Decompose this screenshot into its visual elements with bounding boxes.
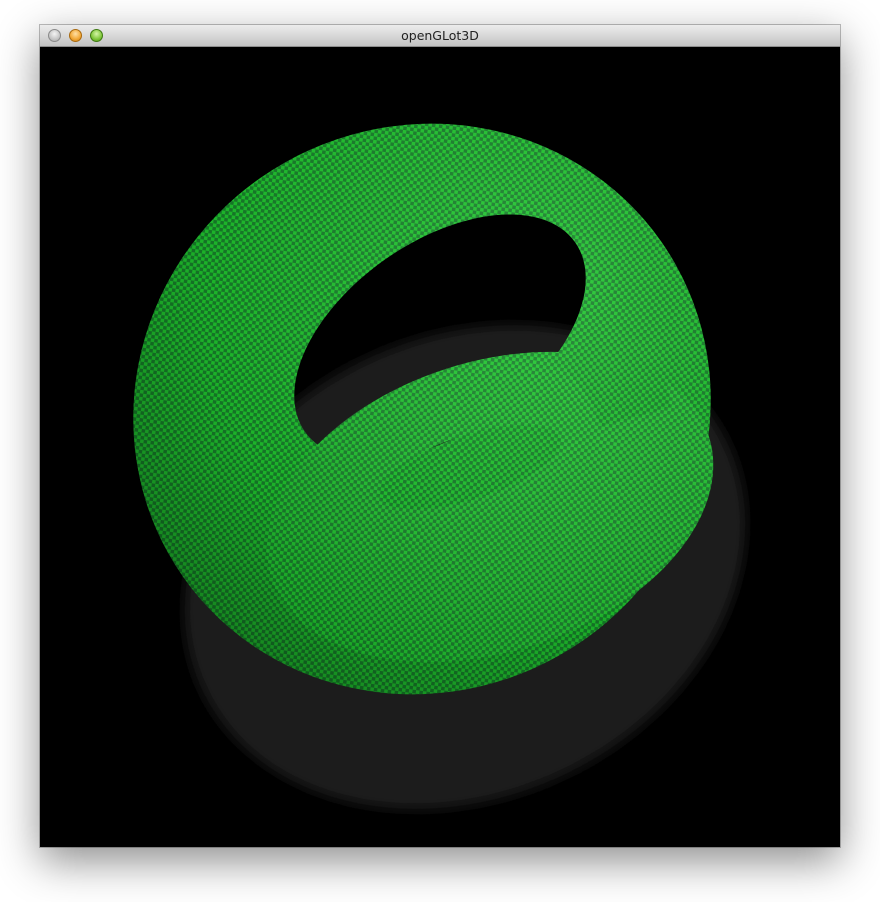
app-window: openGLot3D	[40, 25, 840, 847]
torus-scene	[40, 47, 840, 847]
small-torus	[40, 47, 840, 847]
window-title: openGLot3D	[401, 28, 479, 43]
gl-canvas[interactable]	[40, 47, 840, 847]
title-bar[interactable]: openGLot3D	[40, 25, 840, 47]
